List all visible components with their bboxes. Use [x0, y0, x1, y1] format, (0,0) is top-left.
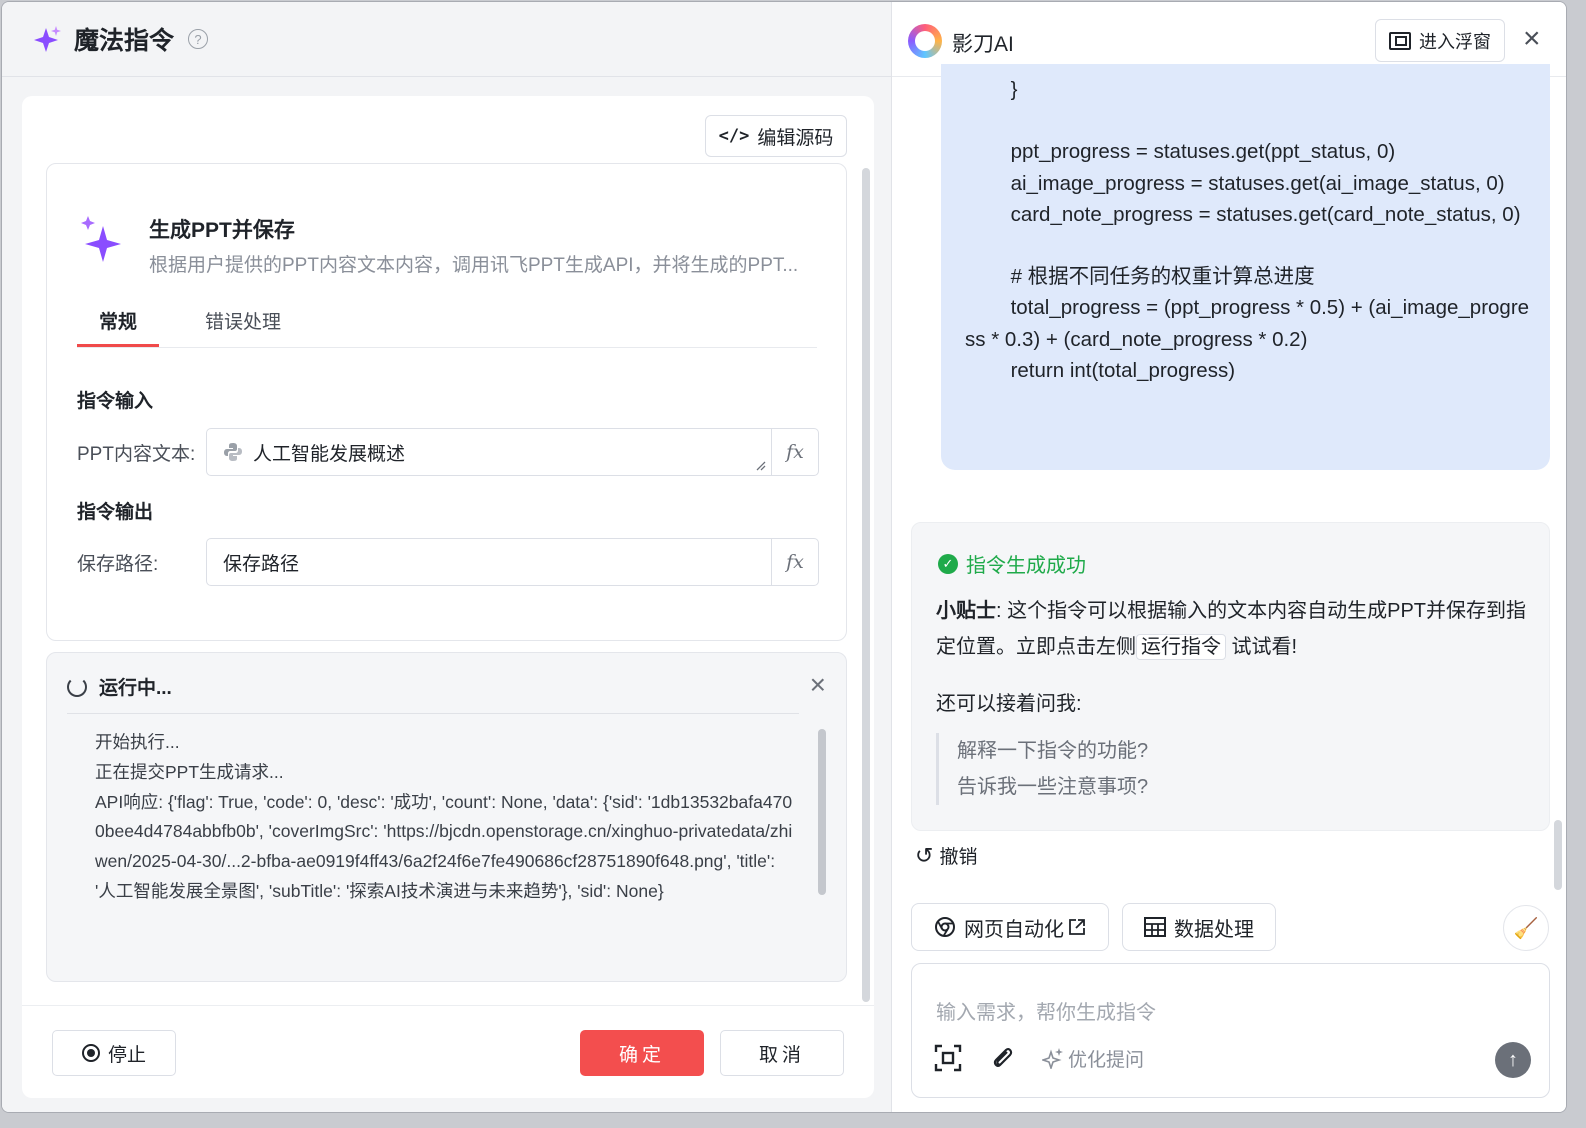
- suggestion-item[interactable]: 告诉我一些注意事项?: [957, 769, 1148, 805]
- tip-body-end: 试试看!: [1226, 636, 1298, 658]
- prompt-placeholder: 输入需求，帮你生成指令: [936, 1002, 1156, 1024]
- loading-spinner-icon: [67, 676, 87, 697]
- confirm-button[interactable]: 确定: [580, 1030, 704, 1076]
- config-tabs: 常规 错误处理: [77, 304, 817, 348]
- check-circle-icon: ✓: [938, 553, 958, 574]
- table-icon: [1144, 917, 1166, 937]
- command-sparkle-icon: [81, 216, 121, 262]
- fx-button[interactable]: fx: [771, 539, 818, 585]
- tip-label: 小贴士: [936, 600, 996, 622]
- editor-scroll-area: 生成PPT并保存 根据用户提供的PPT内容文本内容，调用讯飞PPT生成API，并…: [46, 163, 847, 983]
- app-window: 魔法指令 ? </> 编辑源码 生成PPT并保存 根据用户提供的PPT内容文本内…: [1, 1, 1567, 1113]
- close-icon[interactable]: ×: [1523, 24, 1541, 54]
- tab-general[interactable]: 常规: [77, 304, 160, 347]
- output-section-label: 指令输出: [77, 502, 154, 523]
- assistant-message-card: ✓ 指令生成成功 小贴士: 这个指令可以根据输入的文本内容自动生成PPT并保存到…: [911, 522, 1550, 831]
- tip-text: 小贴士: 这个指令可以根据输入的文本内容自动生成PPT并保存到指定位置。立即点击…: [936, 593, 1536, 665]
- optimize-question-label: 优化提问: [1068, 1049, 1145, 1071]
- command-editor-card: </> 编辑源码 生成PPT并保存 根据用户提供的PPT内容文本内容，调用讯飞P…: [22, 96, 874, 1098]
- attachment-icon[interactable]: [990, 1044, 1014, 1072]
- ppt-text-input[interactable]: 人工智能发展概述 fx: [206, 428, 819, 476]
- run-log: 开始执行... 正在提交PPT生成请求... API响应: {'flag': T…: [95, 728, 795, 907]
- undo-icon: ↺: [915, 842, 934, 868]
- brand-name: 影刀AI: [952, 33, 1014, 56]
- editor-scrollbar[interactable]: [862, 168, 870, 1002]
- browser-icon: [935, 917, 955, 937]
- float-window-button[interactable]: 进入浮窗: [1375, 19, 1505, 62]
- run-status-title: 运行中...: [99, 678, 172, 699]
- magic-command-panel: 魔法指令 ? </> 编辑源码 生成PPT并保存 根据用户提供的PPT内容文本内…: [2, 2, 891, 1112]
- ppt-text-label: PPT内容文本:: [77, 443, 196, 465]
- send-arrow-icon[interactable]: ↑: [1495, 1042, 1531, 1078]
- cancel-button[interactable]: 取消: [720, 1030, 844, 1076]
- save-path-label: 保存路径:: [77, 553, 159, 575]
- run-command-reference: 运行指令: [1136, 634, 1226, 660]
- log-scrollbar[interactable]: [818, 729, 826, 895]
- close-icon[interactable]: ×: [810, 671, 826, 699]
- divider: [22, 1005, 874, 1006]
- stop-icon: [81, 1044, 100, 1062]
- input-toolbar: 优化提问: [934, 1044, 1144, 1072]
- command-header: 生成PPT并保存 根据用户提供的PPT内容文本内容，调用讯飞PPT生成API，并…: [79, 214, 805, 277]
- undo-label: 撤销: [939, 847, 978, 868]
- external-link-icon: [1069, 919, 1085, 935]
- chat-scrollbar[interactable]: [1554, 820, 1562, 890]
- ai-assistant-panel: 影刀AI 进入浮窗 × } ppt_progress = statuses.ge…: [891, 2, 1566, 1112]
- run-status: 运行中...: [67, 673, 172, 700]
- log-line: API响应: {'flag': True, 'code': 0, 'desc':…: [95, 791, 793, 901]
- screenshot-icon[interactable]: [934, 1044, 962, 1072]
- float-window-label: 进入浮窗: [1419, 31, 1491, 52]
- suggestion-item[interactable]: 解释一下指令的功能?: [957, 733, 1148, 769]
- log-line: 开始执行...: [95, 732, 180, 752]
- command-title: 生成PPT并保存: [149, 219, 295, 242]
- code-icon: </>: [718, 126, 750, 146]
- tab-error-handling[interactable]: 错误处理: [183, 304, 303, 347]
- run-log-panel: 运行中... × 开始执行... 正在提交PPT生成请求... API响应: {…: [46, 652, 847, 982]
- divider: [67, 713, 799, 714]
- success-status: ✓ 指令生成成功: [938, 549, 1086, 578]
- panel-header: 魔法指令 ?: [2, 2, 891, 77]
- edit-source-label: 编辑源码: [757, 127, 834, 149]
- optimize-question-button[interactable]: 优化提问: [1042, 1045, 1144, 1072]
- code-message-bubble: } ppt_progress = statuses.get(ppt_status…: [941, 64, 1550, 470]
- stop-button[interactable]: 停止: [52, 1030, 176, 1076]
- resize-handle-icon[interactable]: [756, 461, 766, 471]
- sparkle-icon: [1042, 1048, 1063, 1069]
- save-path-field-row: 保存路径: 保存路径 fx: [77, 538, 819, 586]
- web-automation-button[interactable]: 网页自动化: [911, 903, 1109, 951]
- command-config-box: 生成PPT并保存 根据用户提供的PPT内容文本内容，调用讯飞PPT生成API，并…: [46, 163, 847, 641]
- input-section-label: 指令输入: [77, 391, 154, 412]
- follow-up-prompt: 还可以接着问我:: [936, 693, 1082, 715]
- ppt-text-value: 人工智能发展概述: [253, 443, 406, 465]
- ppt-text-field-row: PPT内容文本: 人工智能发展概述 fx: [77, 428, 819, 476]
- suggestion-list: 解释一下指令的功能? 告诉我一些注意事项?: [936, 733, 1148, 805]
- brand-logo-icon: [908, 24, 942, 58]
- python-icon: [224, 443, 242, 461]
- save-path-input[interactable]: 保存路径 fx: [206, 538, 819, 586]
- help-icon[interactable]: ?: [188, 29, 209, 49]
- web-automation-label: 网页自动化: [964, 918, 1064, 941]
- edit-source-button[interactable]: </> 编辑源码: [705, 115, 847, 157]
- undo-button[interactable]: ↺ 撤销: [915, 842, 977, 869]
- stop-label: 停止: [107, 1044, 146, 1066]
- data-processing-label: 数据处理: [1174, 918, 1254, 941]
- float-window-icon: [1389, 31, 1411, 50]
- fx-button[interactable]: fx: [771, 429, 818, 475]
- command-description: 根据用户提供的PPT内容文本内容，调用讯飞PPT生成API，并将生成的PPT..…: [149, 255, 799, 276]
- log-line: 正在提交PPT生成请求...: [95, 761, 284, 782]
- page-title: 魔法指令: [74, 27, 175, 55]
- clear-chat-brush-icon[interactable]: 🧹: [1503, 905, 1549, 951]
- sparkle-icon: [34, 26, 61, 52]
- code-text: } ppt_progress = statuses.get(ppt_status…: [965, 78, 1530, 382]
- save-path-value: 保存路径: [223, 553, 300, 575]
- success-text: 指令生成成功: [966, 555, 1086, 577]
- prompt-input-box[interactable]: 输入需求，帮你生成指令 优化提问 ↑: [911, 963, 1550, 1098]
- data-processing-button[interactable]: 数据处理: [1122, 903, 1276, 951]
